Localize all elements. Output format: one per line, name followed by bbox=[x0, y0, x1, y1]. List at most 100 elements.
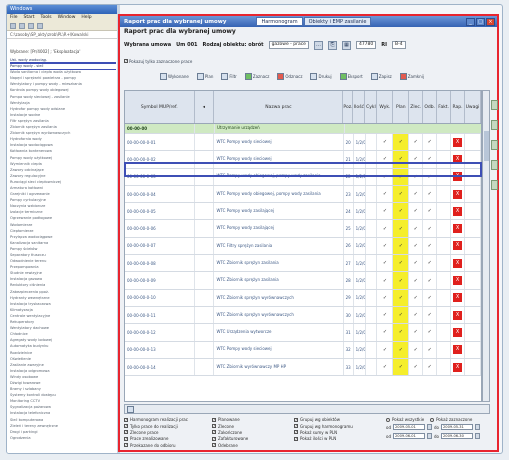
row-invoiced-check[interactable] bbox=[437, 272, 452, 289]
row-plan-check[interactable]: ✓ bbox=[393, 185, 410, 203]
date-from-2-spin-icon[interactable] bbox=[427, 433, 432, 440]
tab-obiekty[interactable]: Obiekty i EMP zasilanie bbox=[303, 17, 372, 26]
col-name[interactable]: Nazwa prac bbox=[214, 91, 344, 123]
row-notes[interactable] bbox=[465, 220, 481, 237]
side-item-4[interactable] bbox=[491, 160, 498, 170]
table-row[interactable]: 00-00-00-0-11 WTC Zbiornik sprężyn wyrówn… bbox=[125, 306, 481, 325]
option-checkbox[interactable]: ✓ bbox=[124, 443, 128, 448]
option-checkbox[interactable]: ✓ bbox=[212, 424, 216, 429]
date-from-2-input[interactable]: 2009-06-01 bbox=[393, 433, 425, 440]
grid-vertical-scrollbar[interactable] bbox=[482, 90, 490, 402]
row-notes[interactable] bbox=[465, 324, 481, 341]
bg-print-icon[interactable] bbox=[37, 23, 43, 29]
toolbar-eksport[interactable]: Eksport bbox=[339, 72, 363, 80]
row-notes[interactable] bbox=[465, 185, 481, 203]
row-notes[interactable] bbox=[465, 168, 481, 185]
row-report-flag[interactable]: X bbox=[451, 203, 466, 220]
row-invoiced-check[interactable] bbox=[437, 358, 452, 376]
show-selected-only-check[interactable]: ✓ bbox=[124, 59, 128, 63]
row-blank[interactable] bbox=[366, 185, 378, 203]
row-blank[interactable] bbox=[366, 203, 378, 220]
date-to-1-spin-icon[interactable] bbox=[475, 424, 480, 431]
col-symbol[interactable]: Symbol MUP/ref. bbox=[125, 91, 195, 123]
row-received-check[interactable]: ✓ bbox=[423, 185, 438, 203]
row-blank[interactable] bbox=[366, 134, 378, 151]
show-selected-only-checkbox[interactable]: ✓ Pokazuj tylko zaznaczone prace bbox=[124, 59, 192, 64]
date-from-1-input[interactable]: 2009-05-01 bbox=[393, 424, 425, 431]
row-done-check[interactable]: ✓ bbox=[377, 289, 394, 306]
row-blank[interactable] bbox=[366, 220, 378, 237]
row-received-check[interactable]: ✓ bbox=[423, 168, 438, 185]
row-plan-check[interactable]: ✓ bbox=[393, 134, 410, 151]
row-ordered-check[interactable]: ✓ bbox=[409, 272, 424, 289]
row-notes[interactable] bbox=[465, 255, 481, 272]
row-report-flag[interactable]: X bbox=[451, 306, 466, 324]
group-row[interactable]: 00-00-00 Utrzymanie urządzeń bbox=[125, 124, 481, 134]
row-notes[interactable] bbox=[465, 151, 481, 168]
option-checkbox[interactable]: ✓ bbox=[212, 417, 216, 422]
row-done-check[interactable]: ✓ bbox=[377, 185, 394, 203]
option-item[interactable]: ✓ Odebrane bbox=[212, 443, 248, 448]
row-plan-check[interactable]: ✓ bbox=[393, 203, 410, 220]
option-item[interactable]: ✓ Zakończone bbox=[212, 430, 248, 435]
bg-list-item[interactable]: Ogrodzenia bbox=[10, 435, 116, 441]
row-received-check[interactable]: ✓ bbox=[423, 306, 438, 324]
col-report[interactable]: Rap. bbox=[451, 91, 466, 123]
option-item[interactable]: ✓ Grupuj wg harmonogramu bbox=[294, 423, 353, 429]
table-row[interactable]: 00-00-00-0-07 WTC Filtry sprężyn zasilani… bbox=[125, 237, 481, 256]
row-invoiced-check[interactable] bbox=[437, 289, 452, 306]
row-received-check[interactable]: ✓ bbox=[423, 220, 438, 237]
row-plan-check[interactable]: ✓ bbox=[393, 341, 410, 358]
row-received-check[interactable]: ✓ bbox=[423, 134, 438, 151]
date-to-1-input[interactable]: 2009-05-31 bbox=[441, 424, 473, 431]
table-row[interactable]: 00-00-00-0-08 WTC Zbiornik sprężyn zasila… bbox=[125, 255, 481, 273]
row-invoiced-check[interactable] bbox=[437, 324, 452, 341]
toolbar-filtr[interactable]: Filtr bbox=[221, 72, 237, 80]
row-blank[interactable] bbox=[366, 289, 378, 306]
option-checkbox[interactable]: ✓ bbox=[124, 417, 128, 422]
radio-all[interactable] bbox=[386, 417, 390, 422]
bg-menu-window[interactable]: Window bbox=[58, 14, 76, 22]
row-done-check[interactable]: ✓ bbox=[377, 151, 394, 168]
side-item-5[interactable] bbox=[491, 180, 498, 190]
row-done-check[interactable]: ✓ bbox=[377, 358, 394, 376]
row-blank[interactable] bbox=[366, 168, 378, 185]
table-row[interactable]: 00-00-00-0-12 WTC Urządzenia wytworcze 31 1… bbox=[125, 324, 481, 342]
toolbar-odznacz[interactable]: Odznacz bbox=[277, 72, 302, 80]
toolbar-zaznacz[interactable]: Zaznacz bbox=[244, 72, 269, 80]
row-invoiced-check[interactable] bbox=[437, 237, 452, 255]
row-blank[interactable] bbox=[366, 151, 378, 168]
row-ordered-check[interactable]: ✓ bbox=[409, 237, 424, 255]
table-row[interactable]: 00-00-00-0-03 WTC Pompy wody obiegowej, p… bbox=[125, 168, 481, 186]
col-plan[interactable]: Plan bbox=[393, 91, 410, 123]
date-to-2-spin-icon[interactable] bbox=[475, 433, 480, 440]
row-done-check[interactable]: ✓ bbox=[377, 324, 394, 341]
option-checkbox[interactable]: ✓ bbox=[124, 424, 128, 429]
row-done-check[interactable]: ✓ bbox=[377, 341, 394, 358]
row-done-check[interactable]: ✓ bbox=[377, 306, 394, 324]
option-item[interactable]: ✓ Zafakturowane bbox=[212, 436, 248, 441]
row-report-flag[interactable]: X bbox=[451, 134, 466, 151]
row-invoiced-check[interactable] bbox=[437, 151, 452, 168]
bg-save-icon[interactable] bbox=[28, 23, 34, 29]
date-to-2-input[interactable]: 2009-06-30 bbox=[441, 433, 473, 440]
row-notes[interactable] bbox=[465, 203, 481, 220]
row-notes[interactable] bbox=[465, 289, 481, 306]
row-ordered-check[interactable]: ✓ bbox=[409, 358, 424, 376]
bg-menu-file[interactable]: File bbox=[10, 14, 18, 22]
row-report-flag[interactable]: X bbox=[451, 151, 466, 168]
row-received-check[interactable]: ✓ bbox=[423, 255, 438, 272]
side-item-3[interactable] bbox=[491, 140, 498, 150]
table-row[interactable]: 00-00-00-0-09 WTC Zbiornik sprężyn zasila… bbox=[125, 272, 481, 290]
row-plan-check[interactable]: ✓ bbox=[393, 306, 410, 324]
row-plan-check[interactable]: ✓ bbox=[393, 272, 410, 289]
row-blank[interactable] bbox=[366, 272, 378, 289]
place-select[interactable]: gazowe - prace bbox=[268, 41, 309, 49]
row-ordered-check[interactable]: ✓ bbox=[409, 324, 424, 341]
side-item-1[interactable] bbox=[491, 100, 498, 110]
tab-harmonogram[interactable]: Harmonogram bbox=[256, 17, 303, 26]
row-plan-check[interactable]: ✓ bbox=[393, 220, 410, 237]
option-checkbox[interactable]: ✓ bbox=[212, 436, 216, 441]
row-report-flag[interactable]: X bbox=[451, 358, 466, 376]
option-item[interactable]: ✓ Pokaż ilości w PLN bbox=[294, 436, 353, 441]
